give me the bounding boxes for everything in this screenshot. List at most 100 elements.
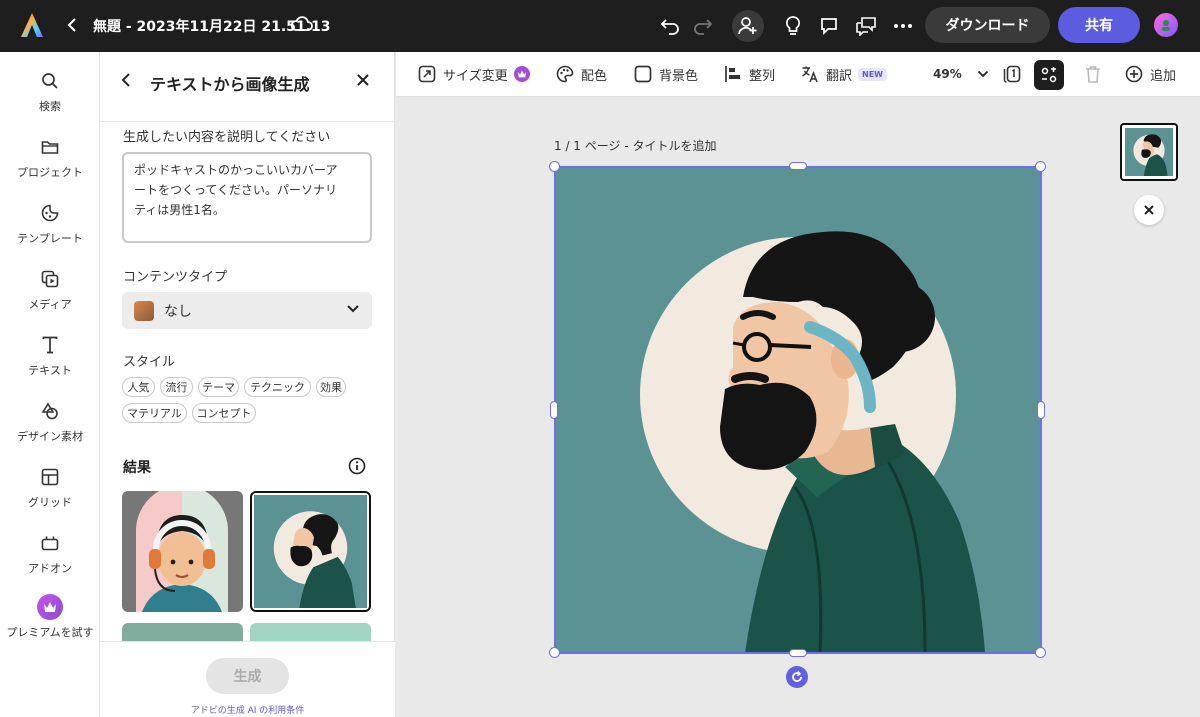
folder-icon: [39, 136, 61, 158]
layout-tools-icon[interactable]: [1034, 60, 1064, 90]
panel-back-icon[interactable]: [120, 72, 132, 88]
color-theme-button[interactable]: 配色: [556, 64, 607, 84]
style-chip[interactable]: コンセプト: [192, 403, 256, 423]
info-icon[interactable]: [348, 457, 366, 475]
content-type-label: コンテンツタイプ: [123, 270, 228, 285]
more-icon[interactable]: [890, 13, 916, 39]
background-color-label: 背景色: [659, 68, 699, 84]
prompt-line: ティは男性1名。: [134, 203, 225, 217]
color-theme-label: 配色: [581, 68, 608, 84]
shapes-icon: [39, 400, 61, 422]
background-color-button[interactable]: 背景色: [634, 64, 698, 84]
align-label: 整列: [749, 68, 776, 84]
rail-item-design-assets[interactable]: デザイン素材: [0, 400, 100, 456]
rail-label: プロジェクト: [17, 166, 83, 179]
resize-handle-bottom-left[interactable]: [549, 647, 560, 658]
rail-item-templates[interactable]: テンプレート: [0, 202, 100, 258]
left-rail: 検索 プロジェクト テンプレート メディア テキスト デザイン素材 グリッド ア…: [0, 52, 100, 717]
resize-handle-bottom-right[interactable]: [1035, 647, 1046, 658]
rail-label: アドオン: [28, 562, 72, 575]
content-type-select[interactable]: なし: [122, 292, 372, 329]
prompt-textarea[interactable]: ポッドキャストのかっこいいカバーア ートをつくってください。パーソナリ ティは男…: [122, 152, 372, 243]
top-bar: 無題 - 2023年11月22日 21.51.13 ダウンロード 共有: [0, 0, 1200, 52]
zoom-value: 49%: [933, 67, 962, 81]
rail-item-premium[interactable]: プレミアムを試す: [0, 594, 100, 656]
undo-icon[interactable]: [657, 13, 683, 39]
add-label: 追加: [1150, 68, 1177, 84]
canvas-toolbar: サイズ変更 配色 背景色 整列 翻訳 NEW 49% 追加: [396, 52, 1200, 97]
style-chip[interactable]: テーマ: [198, 377, 239, 397]
chevron-down-icon: [346, 304, 360, 314]
close-icon[interactable]: [355, 72, 371, 88]
translate-button[interactable]: 翻訳 NEW: [801, 64, 887, 84]
artboard-image[interactable]: [555, 167, 1041, 653]
rail-item-projects[interactable]: プロジェクト: [0, 136, 100, 192]
rotate-handle-icon[interactable]: [786, 666, 808, 688]
premium-crown-icon: [513, 66, 530, 82]
rail-item-addons[interactable]: アドオン: [0, 532, 100, 588]
text-to-image-panel: テキストから画像生成 生成したい内容を説明してください ポッドキャストのかっこい…: [100, 52, 395, 717]
result-thumbnail-4[interactable]: [250, 623, 371, 643]
add-button[interactable]: 追加: [1125, 64, 1176, 84]
panel-title: テキストから画像生成: [150, 75, 310, 94]
rail-label: 検索: [39, 100, 61, 113]
pages-icon[interactable]: [1003, 64, 1021, 84]
style-chip[interactable]: マテリアル: [122, 403, 187, 423]
podcast-cover-illustration: [555, 167, 1041, 653]
resize-handle-right[interactable]: [1037, 401, 1045, 419]
media-icon: [39, 268, 61, 290]
rail-item-grid[interactable]: グリッド: [0, 466, 100, 522]
delete-icon[interactable]: [1085, 64, 1101, 84]
redo-icon[interactable]: [690, 13, 716, 39]
page-title[interactable]: 1 / 1 ページ - タイトルを追加: [554, 137, 716, 154]
result-thumbnail-1[interactable]: [122, 491, 243, 612]
rail-label: グリッド: [28, 496, 72, 509]
rail-item-text[interactable]: テキスト: [0, 334, 100, 390]
resize-handle-left[interactable]: [550, 401, 558, 419]
zoom-select[interactable]: 49%: [933, 64, 989, 84]
adobe-express-logo[interactable]: [20, 12, 44, 38]
style-chip[interactable]: テクニック: [244, 377, 311, 397]
text-icon: [39, 334, 61, 356]
content-type-thumbnail: [134, 300, 154, 321]
prompt-line: ポッドキャストのかっこいいカバーア: [134, 163, 338, 177]
avatar[interactable]: [1154, 13, 1178, 37]
generate-button[interactable]: 生成: [206, 658, 289, 694]
resize-handle-top-left[interactable]: [549, 161, 560, 172]
template-icon: [39, 202, 61, 224]
comment-icon[interactable]: [816, 13, 842, 39]
resize-icon: [418, 65, 436, 83]
search-icon: [39, 70, 61, 92]
resize-handle-top[interactable]: [789, 162, 807, 170]
plus-circle-icon: [1125, 65, 1143, 83]
terms-link[interactable]: アドビの生成 AI の利用条件: [100, 703, 395, 716]
rail-item-search[interactable]: 検索: [0, 70, 100, 126]
page-thumbnail[interactable]: [1120, 123, 1178, 181]
results-heading: 結果: [123, 460, 151, 476]
prompt-label: 生成したい内容を説明してください: [123, 130, 331, 145]
grid-icon: [39, 466, 61, 488]
lightbulb-icon[interactable]: [780, 13, 806, 39]
translate-icon: [801, 65, 819, 83]
resize-button[interactable]: サイズ変更: [418, 64, 530, 84]
style-chip[interactable]: 流行: [160, 377, 193, 397]
result-thumbnail-3[interactable]: [122, 623, 243, 643]
align-button[interactable]: 整列: [724, 64, 775, 84]
align-icon: [724, 65, 742, 83]
share-button[interactable]: 共有: [1058, 7, 1140, 43]
chat-icon[interactable]: [853, 13, 879, 39]
download-button[interactable]: ダウンロード: [925, 7, 1050, 43]
back-icon[interactable]: [62, 14, 82, 36]
style-chip[interactable]: 人気: [122, 377, 155, 397]
invite-user-icon[interactable]: [732, 10, 764, 42]
close-icon[interactable]: [1134, 195, 1164, 225]
resize-handle-bottom[interactable]: [789, 649, 807, 657]
rail-label: デザイン素材: [17, 430, 83, 443]
resize-handle-top-right[interactable]: [1035, 161, 1046, 172]
rail-item-media[interactable]: メディア: [0, 268, 100, 324]
style-label: スタイル: [123, 355, 176, 370]
style-chip[interactable]: 効果: [316, 377, 346, 397]
rail-label: プレミアムを試す: [6, 626, 94, 639]
panel-header: テキストから画像生成: [100, 52, 395, 122]
result-thumbnail-2-selected[interactable]: [250, 491, 371, 612]
